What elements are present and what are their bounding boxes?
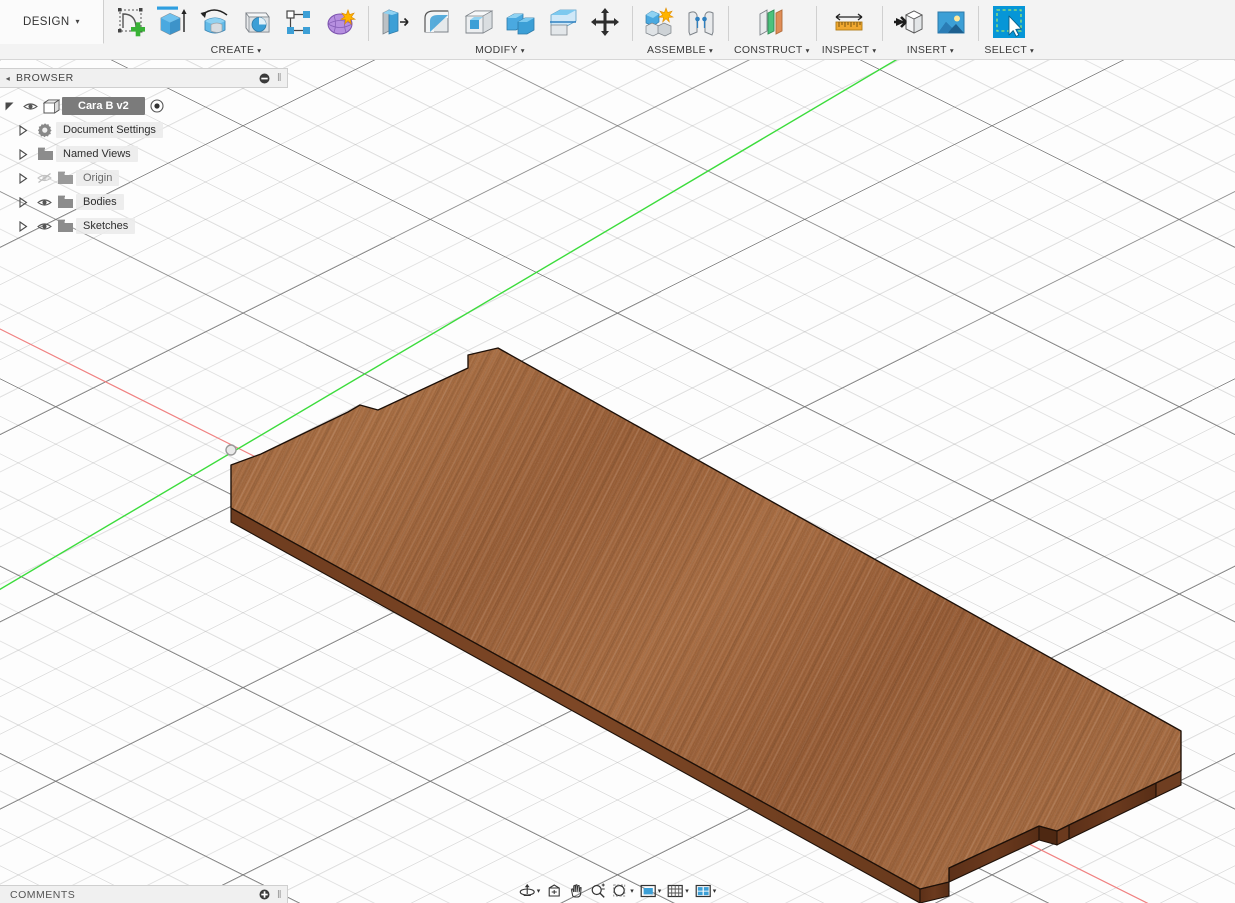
visibility-eye-icon[interactable]	[20, 101, 40, 112]
view-navigation-bar: ▾ ▾	[513, 881, 723, 901]
revolve-icon[interactable]	[194, 2, 236, 44]
expand-arrow-icon[interactable]	[18, 173, 34, 184]
move-copy-icon[interactable]	[584, 2, 626, 44]
create-form-icon[interactable]	[320, 2, 362, 44]
main-toolbar: DESIGN ▾	[0, 0, 1235, 60]
expand-arrow-icon[interactable]	[18, 149, 34, 160]
toolbar-group-label-assemble[interactable]: ASSEMBLE▾	[647, 44, 713, 57]
pan-icon[interactable]	[566, 882, 586, 900]
orbit-icon[interactable]: ▾	[517, 882, 543, 900]
insert-derive-icon[interactable]	[888, 2, 930, 44]
joint-icon[interactable]	[680, 2, 722, 44]
create-sketch-icon[interactable]	[110, 2, 152, 44]
tree-item-label: Cara B v2	[62, 97, 145, 115]
toolbar-group-label-construct[interactable]: CONSTRUCT▾	[734, 44, 810, 57]
toolbar-group-label-modify[interactable]: MODIFY▾	[475, 44, 525, 57]
chevron-down-icon: ▾	[521, 46, 525, 55]
visibility-eye-icon[interactable]	[34, 221, 54, 232]
tree-item-label: Document Settings	[56, 122, 163, 138]
tree-item-label: Bodies	[76, 194, 124, 210]
tree-item-label: Named Views	[56, 146, 138, 162]
folder-icon	[54, 219, 76, 233]
chevron-down-icon: ▾	[76, 17, 80, 26]
measure-icon[interactable]	[828, 2, 870, 44]
look-at-icon[interactable]	[544, 882, 564, 900]
tree-item-sketches[interactable]: Sketches	[0, 214, 288, 238]
fillet-icon[interactable]	[416, 2, 458, 44]
workspace-switcher[interactable]: DESIGN ▾	[0, 0, 104, 44]
grid-snaps-icon[interactable]: ▾	[665, 882, 691, 900]
tree-item-document-settings[interactable]: Document Settings	[0, 118, 288, 142]
expand-arrow-icon[interactable]	[18, 197, 34, 208]
chevron-down-icon: ▾	[713, 887, 717, 895]
expand-arrow-icon[interactable]	[18, 221, 34, 232]
insert-canvas-icon[interactable]	[930, 2, 972, 44]
visibility-eye-icon[interactable]	[34, 197, 54, 208]
panel-resize-grip[interactable]: ‖	[277, 889, 287, 901]
chevron-down-icon: ▾	[257, 46, 261, 55]
offset-plane-icon[interactable]	[751, 2, 793, 44]
tree-item-cara-b-v2[interactable]: Cara B v2	[0, 94, 288, 118]
browser-tree: Cara B v2 Document Settings Named Views	[0, 94, 288, 238]
chevron-down-icon: ▾	[537, 887, 541, 895]
toolbar-group-label-insert[interactable]: INSERT▾	[907, 44, 954, 57]
folder-icon	[54, 171, 76, 185]
chevron-down-icon: ▾	[685, 887, 689, 895]
activate-component-radio[interactable]	[150, 99, 164, 113]
toolbar-group-create: CREATE▾	[104, 0, 368, 59]
tree-item-label: Origin	[76, 170, 119, 186]
combine-icon[interactable]	[500, 2, 542, 44]
tree-item-label: Sketches	[76, 218, 135, 234]
workspace-label: DESIGN	[23, 16, 70, 28]
toolbar-group-modify: MODIFY▾	[368, 0, 632, 59]
press-pull-icon[interactable]	[374, 2, 416, 44]
expand-arrow-icon[interactable]	[18, 125, 34, 136]
folder-icon	[54, 195, 76, 209]
chevron-down-icon: ▾	[709, 46, 713, 55]
folder-icon	[34, 147, 56, 161]
chevron-down-icon: ▾	[630, 887, 634, 895]
panel-top-face	[200, 330, 1210, 903]
split-face-icon[interactable]	[542, 2, 584, 44]
fit-icon[interactable]: ▾	[610, 882, 636, 900]
chevron-down-icon: ▾	[658, 887, 662, 895]
browser-panel-header: ◂ BROWSER ‖	[0, 68, 288, 88]
comments-title: COMMENTS	[0, 889, 259, 901]
chevron-down-icon: ▾	[1030, 46, 1034, 55]
tree-item-bodies[interactable]: Bodies	[0, 190, 288, 214]
toolbar-group-label-create[interactable]: CREATE▾	[211, 44, 262, 57]
chevron-down-icon: ▾	[872, 46, 876, 55]
chevron-down-icon: ▾	[950, 46, 954, 55]
component-icon	[40, 99, 62, 114]
toolbar-group-inspect: INSPECT▾	[816, 0, 883, 59]
new-component-icon[interactable]	[638, 2, 680, 44]
toolbar-group-construct: CONSTRUCT▾	[728, 0, 816, 59]
browser-title: BROWSER	[16, 72, 259, 84]
viewports-icon[interactable]: ▾	[693, 882, 719, 900]
toolbar-group-label-inspect[interactable]: INSPECT▾	[822, 44, 877, 57]
pattern-icon[interactable]	[278, 2, 320, 44]
display-settings-icon[interactable]: ▾	[638, 882, 664, 900]
tree-item-origin[interactable]: Origin	[0, 166, 288, 190]
extrude-icon[interactable]	[152, 2, 194, 44]
toolbar-group-assemble: ASSEMBLE▾	[632, 0, 728, 59]
sweep-icon[interactable]	[236, 2, 278, 44]
collapse-arrow-icon[interactable]: ◂	[0, 74, 16, 83]
tree-item-named-views[interactable]: Named Views	[0, 142, 288, 166]
comments-panel-header: COMMENTS ‖	[0, 885, 288, 903]
add-comment-icon[interactable]	[259, 889, 277, 900]
shell-icon[interactable]	[458, 2, 500, 44]
minimize-icon[interactable]	[259, 73, 277, 84]
expand-arrow-icon[interactable]	[4, 101, 20, 112]
toolbar-group-select: SELECT▾	[978, 0, 1040, 59]
toolbar-group-label-select[interactable]: SELECT▾	[984, 44, 1034, 57]
zoom-icon[interactable]	[588, 882, 608, 900]
visibility-eye-hidden-icon[interactable]	[34, 172, 54, 184]
fusion360-window: DESIGN ▾	[0, 0, 1235, 903]
gear-icon	[34, 122, 56, 138]
select-window-icon[interactable]	[988, 2, 1030, 44]
panel-resize-grip[interactable]: ‖	[277, 72, 287, 84]
toolbar-group-insert: INSERT▾	[882, 0, 978, 59]
chevron-down-icon: ▾	[806, 46, 810, 55]
